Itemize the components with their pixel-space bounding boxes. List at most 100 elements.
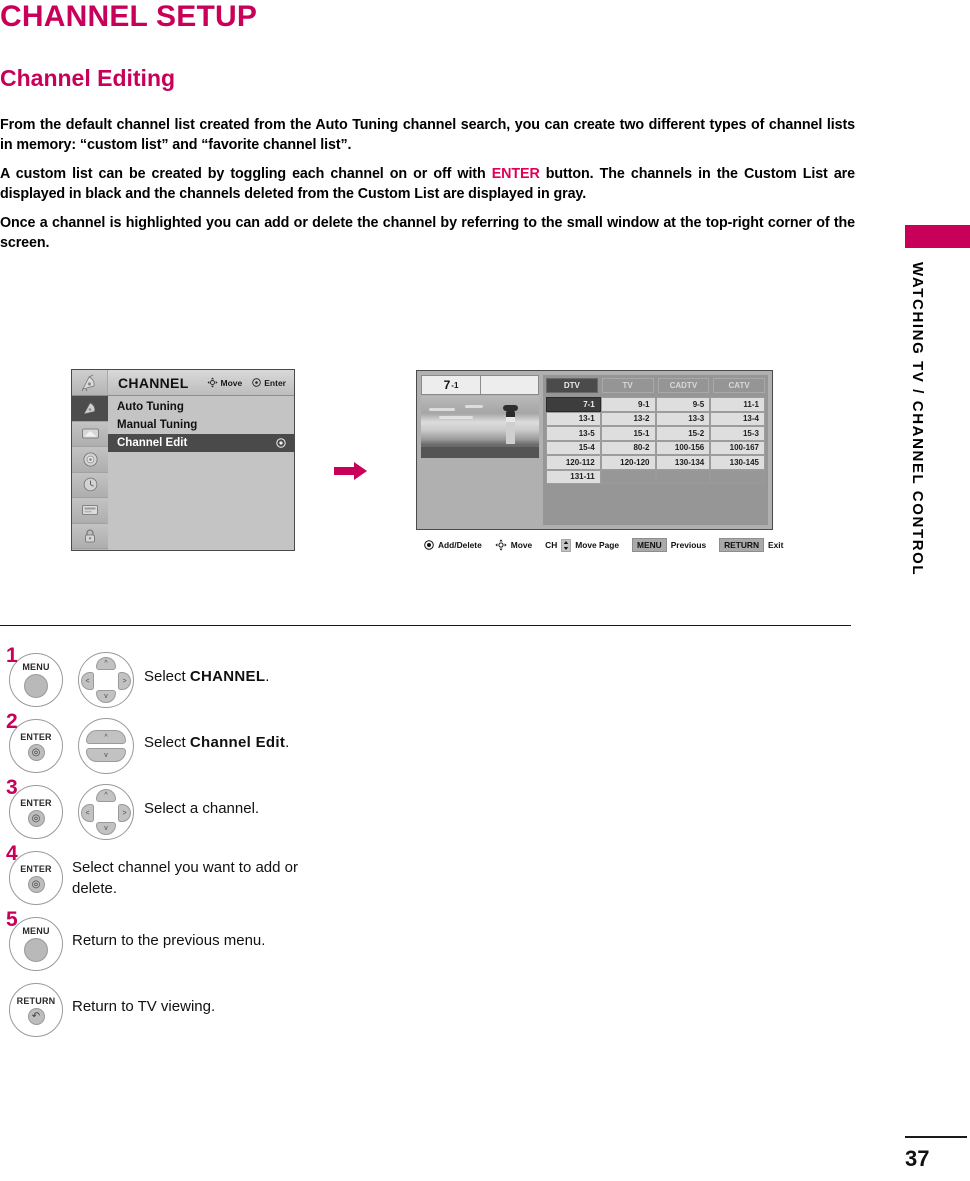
step-1: 1 MENU ^ v < > Select CHANNEL. <box>0 644 900 708</box>
remote-navpad-four-way[interactable]: ^ v < > <box>72 650 144 708</box>
channel-cell[interactable]: 130-145 <box>710 455 765 470</box>
nav-down-icon[interactable]: v <box>96 690 116 703</box>
button-dot-icon <box>24 938 48 962</box>
rail-item-audio[interactable] <box>72 447 108 473</box>
channel-cell[interactable]: 13-5 <box>546 426 601 441</box>
satellite-dish-icon <box>82 402 95 415</box>
section-divider <box>0 625 851 626</box>
nav-up-icon[interactable]: ^ <box>96 657 116 670</box>
step-2: 2 ENTER ◎ ^ v Select Channel Edit. <box>0 710 900 774</box>
hint-label: Move Page <box>575 540 620 550</box>
step-text-suffix: . <box>285 734 290 751</box>
hint-move: Move <box>495 539 532 551</box>
step-number: 1 <box>6 644 18 667</box>
hint-label: Move <box>510 540 533 550</box>
remote-navpad-four-way[interactable]: ^ v < > <box>72 782 144 840</box>
enter-dot-icon: ◎ <box>27 809 45 827</box>
osd-icon-rail <box>72 396 108 550</box>
remote-button-return[interactable]: RETURN ↶ <box>0 980 72 1038</box>
channel-cell[interactable]: 15-1 <box>600 426 656 441</box>
preview-channel-minor: -1 <box>451 380 459 390</box>
chapter-vertical-label: WATCHING TV / CHANNEL CONTROL <box>909 262 926 577</box>
channel-cell[interactable]: 80-2 <box>600 440 656 455</box>
footer-rule <box>905 1136 967 1138</box>
nav-down-icon[interactable]: v <box>86 748 126 762</box>
step-instruction: Select channel you want to add or delete… <box>72 848 347 899</box>
dpad-icon <box>495 539 507 551</box>
menu-item-auto-tuning[interactable]: Auto Tuning <box>108 398 294 416</box>
channel-cell[interactable]: 11-1 <box>710 397 765 412</box>
step-text-prefix: Return to the previous menu. <box>72 932 266 949</box>
step-number: 2 <box>6 710 18 733</box>
paragraph-3: Once a channel is highlighted you can ad… <box>0 215 855 251</box>
hint-previous: MENU Previous <box>632 538 706 552</box>
nav-right-icon[interactable]: > <box>118 804 131 822</box>
picture-screen-icon <box>81 428 99 439</box>
flow-arrow-icon <box>334 461 368 481</box>
remote-navpad-up-down[interactable]: ^ v <box>72 716 144 774</box>
tab-catv[interactable]: CATV <box>713 378 765 393</box>
hint-label: Previous <box>670 540 707 550</box>
nav-left-icon[interactable]: < <box>81 804 94 822</box>
option-box-icon <box>82 505 98 516</box>
paragraph-2-before: A custom list can be created by toggling… <box>0 166 492 182</box>
channel-cell[interactable]: 15-3 <box>710 426 765 441</box>
rail-item-lock[interactable] <box>72 523 108 549</box>
menu-item-label: Channel Edit <box>117 437 188 449</box>
nav-up-icon[interactable]: ^ <box>86 730 126 744</box>
nav-down-icon[interactable]: v <box>96 822 116 835</box>
hint-move-label: Move <box>220 377 243 388</box>
channel-cell[interactable]: 131-11 <box>546 469 601 484</box>
rail-item-channel[interactable] <box>72 396 108 422</box>
page-title: CHANNEL SETUP <box>0 0 258 33</box>
tab-tv[interactable]: TV <box>601 378 654 393</box>
button-label: ENTER <box>20 731 52 742</box>
ch-updown-icon <box>561 538 572 552</box>
channel-cell[interactable]: 9-1 <box>600 397 656 412</box>
channel-cell[interactable]: 15-4 <box>546 440 601 455</box>
channel-cell[interactable]: 7-1 <box>546 397 601 412</box>
step-text-prefix: Return to TV viewing. <box>72 998 216 1015</box>
edit-preview-panel: 7 -1 <box>421 375 539 525</box>
osd-channel-edit-screen: 7 -1 DTV TV CADTV CATV 7-1 9-1 9-5 11-1 … <box>416 370 773 530</box>
channel-cell[interactable]: 100-156 <box>655 440 711 455</box>
nav-up-icon[interactable]: ^ <box>96 789 116 802</box>
step-number: 4 <box>6 842 18 865</box>
return-arrow-icon: ↶ <box>27 1007 45 1025</box>
button-label: MENU <box>22 926 50 936</box>
step-text-prefix: Select channel you want to add or delete… <box>72 859 298 897</box>
osd-menu-header: CHANNEL Move Enter <box>72 370 294 396</box>
lighthouse-shape <box>503 405 518 444</box>
hint-enter: Enter <box>252 378 286 388</box>
channel-cell[interactable]: 15-2 <box>655 426 711 441</box>
lock-padlock-icon <box>85 529 95 543</box>
osd-menu-body: Auto Tuning Manual Tuning Channel Edit <box>72 396 294 550</box>
channel-cell[interactable]: 13-3 <box>655 411 711 426</box>
paragraph-2: A custom list can be created by toggling… <box>0 164 855 204</box>
rail-item-picture[interactable] <box>72 421 108 447</box>
channel-cell[interactable]: 13-4 <box>710 411 765 426</box>
channel-cell[interactable]: 130-134 <box>655 455 711 470</box>
channel-cell[interactable]: 120-120 <box>600 455 656 470</box>
edit-source-tabs: DTV TV CADTV CATV <box>546 378 765 393</box>
rail-item-option[interactable] <box>72 498 108 524</box>
channel-cell[interactable]: 9-5 <box>655 397 711 412</box>
preview-video-thumbnail <box>421 396 539 458</box>
nav-right-icon[interactable]: > <box>118 672 131 690</box>
rail-item-time[interactable] <box>72 472 108 498</box>
tab-label: DTV <box>563 381 580 390</box>
channel-cell[interactable]: 13-2 <box>600 411 656 426</box>
step-instruction: Select CHANNEL. <box>144 650 269 687</box>
menu-item-label: Manual Tuning <box>117 419 198 431</box>
osd-menu-title: CHANNEL <box>118 374 189 391</box>
channel-cell[interactable]: 100-167 <box>710 440 765 455</box>
tab-dtv[interactable]: DTV <box>546 378 598 393</box>
channel-cell[interactable]: 120-112 <box>546 455 601 470</box>
menu-item-manual-tuning[interactable]: Manual Tuning <box>108 416 294 434</box>
enter-circle-icon <box>424 540 434 550</box>
tab-cadtv[interactable]: CADTV <box>657 378 710 393</box>
hint-exit: RETURN Exit <box>719 538 783 552</box>
channel-cell[interactable]: 13-1 <box>546 411 601 426</box>
menu-item-channel-edit[interactable]: Channel Edit <box>108 434 294 452</box>
nav-left-icon[interactable]: < <box>81 672 94 690</box>
